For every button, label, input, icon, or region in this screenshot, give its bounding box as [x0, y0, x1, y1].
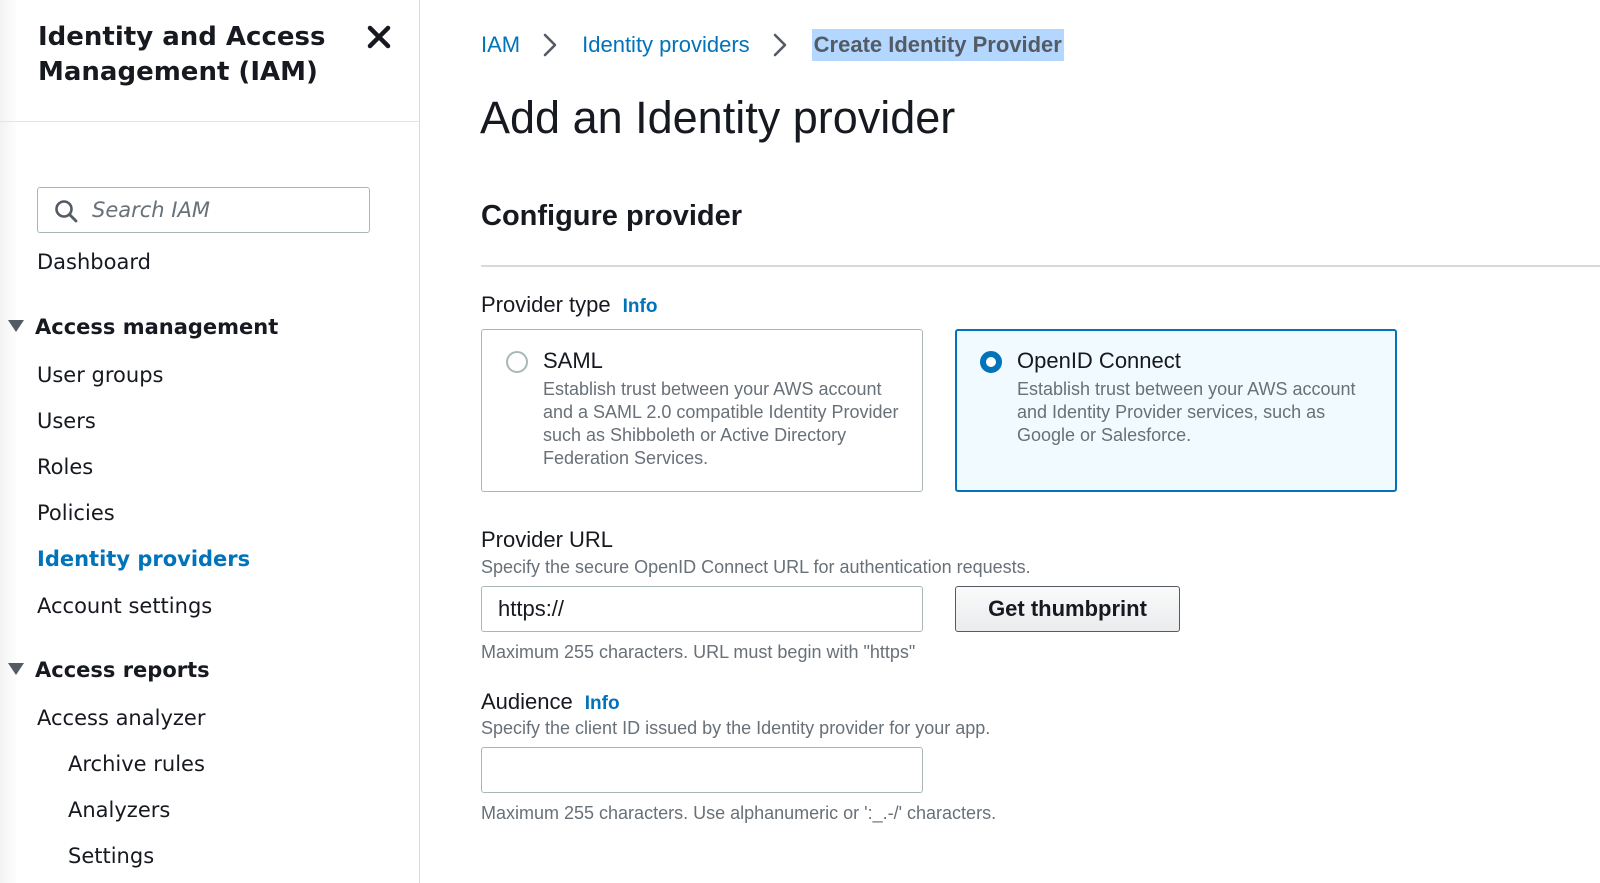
service-title: Identity and Access Management (IAM)	[38, 22, 326, 87]
saml-title: SAML	[543, 348, 603, 373]
sidebar-item-account-settings[interactable]: Account settings	[37, 594, 212, 618]
section-label: Access management	[35, 315, 279, 339]
chevron-right-icon	[773, 33, 786, 57]
main-content: IAM Identity providers Create Identity P…	[421, 0, 1600, 883]
sidebar-item-roles[interactable]: Roles	[37, 455, 93, 479]
section-divider	[481, 265, 1600, 267]
provider-option-saml[interactable]: SAML Establish trust between your AWS ac…	[481, 329, 923, 492]
page-title: Add an Identity provider	[480, 92, 956, 143]
sidebar-item-settings[interactable]: Settings	[68, 844, 154, 868]
breadcrumb: IAM Identity providers Create Identity P…	[481, 27, 1064, 63]
search-input[interactable]	[90, 194, 360, 226]
get-thumbprint-button[interactable]: Get thumbprint	[955, 586, 1180, 632]
section-title: Configure provider	[481, 200, 743, 232]
provider-type-info-link[interactable]: Info	[623, 296, 658, 317]
saml-radio[interactable]	[506, 351, 528, 373]
section-label: Access reports	[35, 658, 210, 682]
audience-label-text: Audience	[481, 689, 573, 714]
chevron-right-icon	[543, 33, 557, 57]
sidebar-item-dashboard[interactable]: Dashboard	[37, 250, 151, 274]
sidebar-header: Identity and Access Management (IAM)	[0, 0, 419, 122]
sidebar-item-access-analyzer[interactable]: Access analyzer	[37, 706, 205, 730]
provider-type-label-text: Provider type	[481, 292, 611, 317]
openid-connect-title: OpenID Connect	[1017, 348, 1181, 373]
sidebar-item-user-groups[interactable]: User groups	[37, 363, 163, 387]
breadcrumb-iam[interactable]: IAM	[481, 32, 520, 58]
caret-down-icon	[8, 320, 24, 332]
provider-type-label: Provider type Info	[481, 292, 657, 318]
audience-input[interactable]	[481, 747, 923, 793]
audience-description: Specify the client ID issued by the Iden…	[481, 718, 991, 738]
audience-hint: Maximum 255 characters. Use alphanumeric…	[481, 803, 997, 823]
provider-option-openid-connect[interactable]: OpenID Connect Establish trust between y…	[955, 329, 1397, 492]
provider-url-description: Specify the secure OpenID Connect URL fo…	[481, 557, 1031, 577]
sidebar-item-archive-rules[interactable]: Archive rules	[68, 752, 205, 776]
provider-url-label: Provider URL	[481, 527, 614, 552]
audience-label: Audience Info	[481, 689, 620, 715]
provider-url-hint: Maximum 255 characters. URL must begin w…	[481, 642, 916, 662]
sidebar-item-users[interactable]: Users	[37, 409, 96, 433]
sidebar-item-identity-providers[interactable]: Identity providers	[37, 547, 250, 571]
sidebar-item-policies[interactable]: Policies	[37, 501, 115, 525]
sidebar-section-access-reports[interactable]: Access reports	[8, 658, 210, 682]
openid-connect-radio[interactable]	[980, 351, 1002, 373]
audience-info-link[interactable]: Info	[585, 693, 620, 714]
search-box	[37, 187, 370, 233]
openid-connect-description: Establish trust between your AWS account…	[1017, 379, 1356, 445]
close-icon[interactable]	[364, 22, 394, 52]
search-icon	[54, 199, 78, 223]
breadcrumb-current: Create Identity Provider	[811, 29, 1064, 61]
caret-down-icon	[8, 663, 24, 675]
sidebar-section-access-management[interactable]: Access management	[8, 315, 278, 339]
breadcrumb-identity-providers[interactable]: Identity providers	[582, 32, 750, 58]
provider-url-input[interactable]	[481, 586, 923, 632]
sidebar-item-analyzers[interactable]: Analyzers	[68, 798, 170, 822]
saml-description: Establish trust between your AWS account…	[543, 379, 899, 468]
sidebar: Identity and Access Management (IAM) Das…	[0, 0, 420, 883]
